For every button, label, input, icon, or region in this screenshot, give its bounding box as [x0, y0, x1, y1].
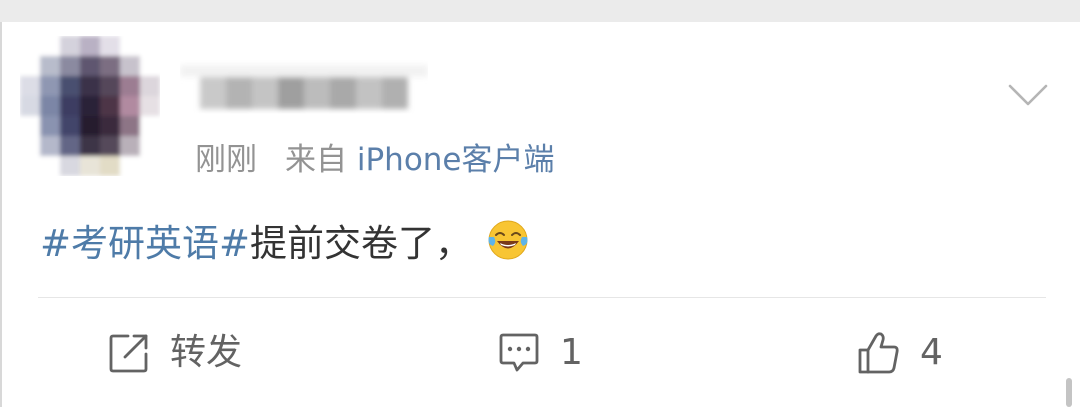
like-count: 4	[920, 332, 943, 373]
post-time: 刚刚	[195, 142, 257, 178]
laughing-tears-emoji	[488, 220, 528, 260]
divider	[38, 297, 1046, 298]
comment-count: 1	[560, 332, 583, 373]
repost-label: 转发	[170, 332, 243, 373]
share-icon	[109, 334, 148, 373]
top-separator	[0, 0, 1080, 22]
source-prefix: 来自	[285, 142, 347, 178]
username-blurred[interactable]	[180, 55, 428, 117]
post-meta: 刚刚 来自 iPhone客户端	[195, 140, 555, 180]
source-app-link[interactable]: iPhone客户端	[357, 142, 555, 178]
comment-icon	[499, 333, 539, 372]
chevron-down-icon[interactable]	[1006, 80, 1050, 110]
comment-button[interactable]: 1	[496, 328, 583, 378]
thumbs-up-icon	[858, 332, 899, 374]
hashtag-link[interactable]: #考研英语#	[40, 222, 250, 265]
avatar[interactable]	[20, 36, 160, 176]
repost-button[interactable]: 转发	[106, 328, 242, 378]
post-text: #考研英语#提前交卷了，	[40, 218, 530, 268]
scrollbar-thumb[interactable]	[1066, 378, 1072, 407]
like-button[interactable]: 4	[856, 328, 943, 378]
post-content: 提前交卷了，	[250, 222, 473, 265]
